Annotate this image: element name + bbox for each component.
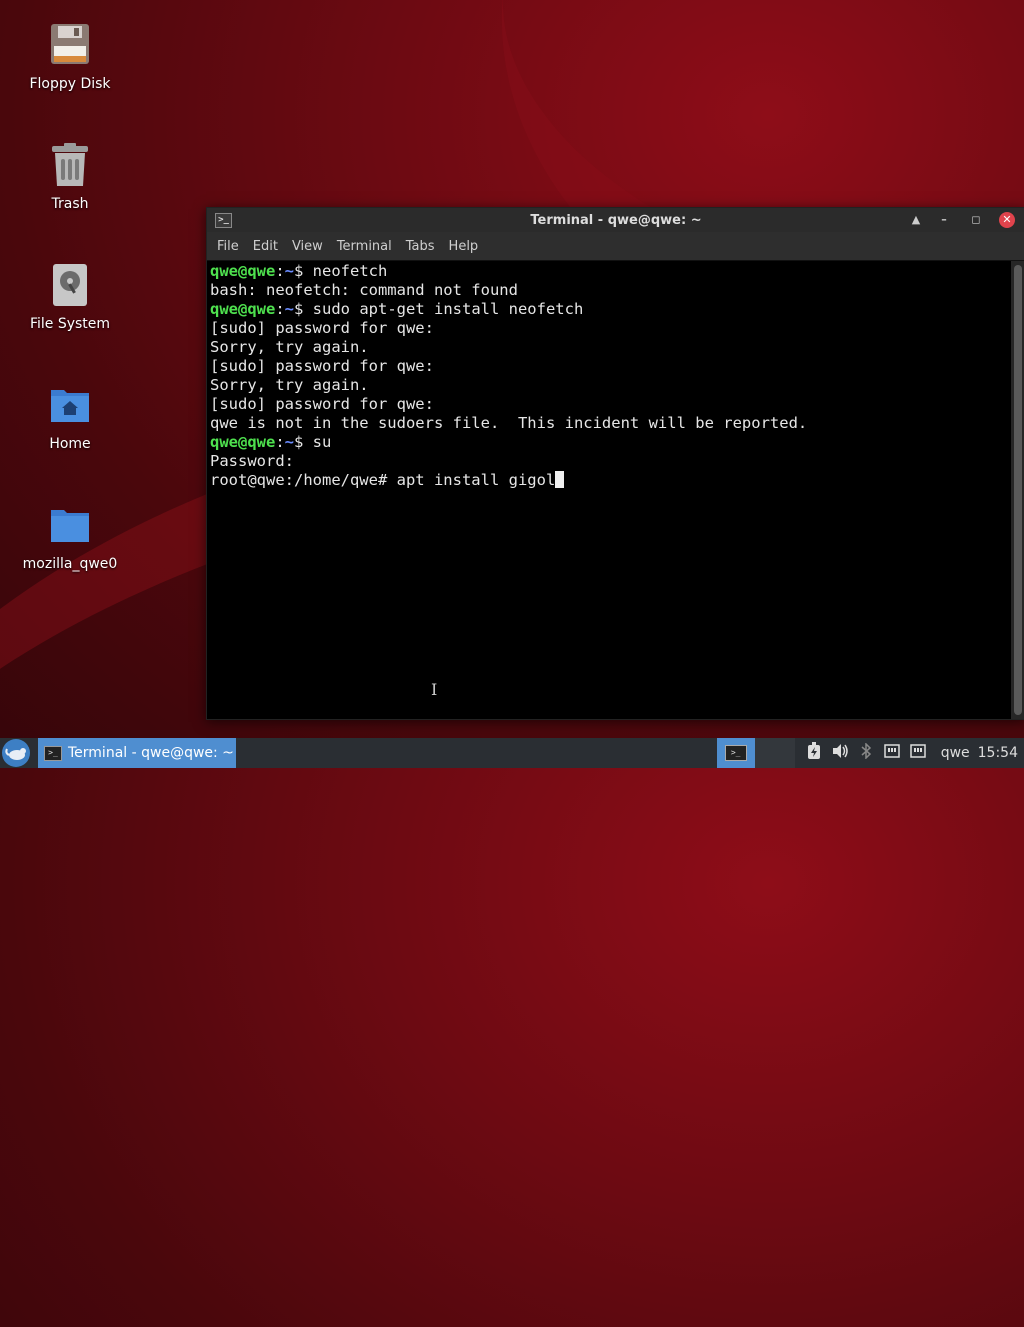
trash-icon xyxy=(48,142,92,190)
workspace-2-button[interactable] xyxy=(754,738,795,768)
desktop-icon-home[interactable]: Home xyxy=(15,382,125,452)
desktop-icon-label: mozilla_qwe0 xyxy=(22,556,118,572)
minimize-button[interactable]: – xyxy=(935,211,953,229)
scrollbar-thumb[interactable] xyxy=(1014,265,1022,715)
terminal-line: bash: neofetch: command not found xyxy=(210,281,518,299)
prompt-user: qwe@qwe xyxy=(210,300,276,318)
terminal-line: root@qwe:/home/qwe# apt install gigol xyxy=(210,471,1011,490)
prompt-command: $ su xyxy=(294,433,332,451)
text-cursor xyxy=(555,471,565,488)
desktop-icon-trash[interactable]: Trash xyxy=(15,142,125,212)
terminal-line: qwe@qwe:~$ sudo apt-get install neofetch xyxy=(210,300,584,318)
hard-drive-icon xyxy=(48,262,92,310)
desktop-icon-label: Trash xyxy=(51,196,89,212)
network-wired-icon[interactable] xyxy=(905,744,931,762)
bluetooth-icon[interactable] xyxy=(853,742,879,763)
volume-icon[interactable] xyxy=(827,743,853,763)
maximize-button[interactable]: ◻ xyxy=(967,211,985,229)
mouse-ibeam-cursor-icon: I xyxy=(431,680,438,699)
terminal-icon: >_ xyxy=(44,745,62,761)
applications-menu-button[interactable] xyxy=(2,739,30,767)
terminal-line: [sudo] password for qwe: xyxy=(210,395,434,413)
terminal-line: qwe@qwe:~$ neofetch xyxy=(210,262,388,280)
menu-terminal[interactable]: Terminal xyxy=(331,239,398,254)
terminal-line: [sudo] password for qwe: xyxy=(210,357,434,375)
shade-window-button[interactable]: ▲ xyxy=(907,211,925,229)
terminal-line: Sorry, try again. xyxy=(210,376,369,394)
terminal-icon: >_ xyxy=(724,745,747,761)
terminal-line: qwe@qwe:~$ su xyxy=(210,433,332,451)
desktop-icon-floppy-disk[interactable]: Floppy Disk xyxy=(15,22,125,92)
taskbar-window-label: Terminal - qwe@qwe: ~ xyxy=(68,745,234,761)
prompt-path: ~ xyxy=(284,300,295,318)
menu-file[interactable]: File xyxy=(211,239,245,254)
floppy-disk-icon xyxy=(48,22,92,70)
prompt-user: qwe@qwe xyxy=(210,262,276,280)
battery-charging-icon[interactable] xyxy=(801,742,827,764)
menu-bar: File Edit View Terminal Tabs Help xyxy=(207,232,1024,261)
desktop-icon-label: File System xyxy=(29,316,111,332)
prompt-user: qwe@qwe xyxy=(210,433,276,451)
desktop-icon-label: Home xyxy=(49,436,91,452)
menu-tabs[interactable]: Tabs xyxy=(400,239,441,254)
current-input-line: root@qwe:/home/qwe# apt install gigol xyxy=(210,471,556,489)
terminal-scrollbar[interactable] xyxy=(1011,261,1024,719)
desktop-icon-file-system[interactable]: File System xyxy=(15,262,125,332)
taskbar: >_ Terminal - qwe@qwe: ~ >_ qwe 15:54 xyxy=(0,738,1024,768)
clock[interactable]: 15:54 xyxy=(978,745,1018,761)
terminal-window[interactable]: >_ Terminal - qwe@qwe: ~ ▲ – ◻ ✕ File Ed… xyxy=(206,207,1024,720)
workspace-1-button[interactable]: >_ xyxy=(716,738,755,768)
taskbar-window-terminal[interactable]: >_ Terminal - qwe@qwe: ~ xyxy=(38,738,236,768)
desktop-icon-label: Floppy Disk xyxy=(29,76,111,92)
menu-view[interactable]: View xyxy=(286,239,329,254)
menu-edit[interactable]: Edit xyxy=(247,239,284,254)
close-button[interactable]: ✕ xyxy=(999,212,1015,228)
xfce-mouse-icon xyxy=(5,748,26,760)
system-tray: >_ qwe 15:54 xyxy=(716,738,1024,768)
window-title: Terminal - qwe@qwe: ~ xyxy=(530,213,702,228)
prompt-command: $ sudo apt-get install neofetch xyxy=(294,300,584,318)
terminal-output[interactable]: qwe@qwe:~$ neofetch bash: neofetch: comma… xyxy=(207,261,1011,719)
prompt-command: $ neofetch xyxy=(294,262,388,280)
session-user-label[interactable]: qwe xyxy=(941,745,970,761)
network-wired-icon[interactable] xyxy=(879,744,905,762)
terminal-line: Sorry, try again. xyxy=(210,338,369,356)
folder-icon xyxy=(48,502,92,550)
window-titlebar[interactable]: >_ Terminal - qwe@qwe: ~ ▲ – ◻ ✕ xyxy=(207,208,1024,232)
prompt-path: ~ xyxy=(284,262,295,280)
terminal-line: Password: xyxy=(210,452,294,470)
desktop-icon-mozilla-folder[interactable]: mozilla_qwe0 xyxy=(15,502,125,572)
terminal-line: qwe is not in the sudoers file. This inc… xyxy=(210,414,808,432)
prompt-path: ~ xyxy=(284,433,295,451)
terminal-line: [sudo] password for qwe: xyxy=(210,319,434,337)
home-folder-icon xyxy=(48,382,92,430)
menu-help[interactable]: Help xyxy=(443,239,485,254)
